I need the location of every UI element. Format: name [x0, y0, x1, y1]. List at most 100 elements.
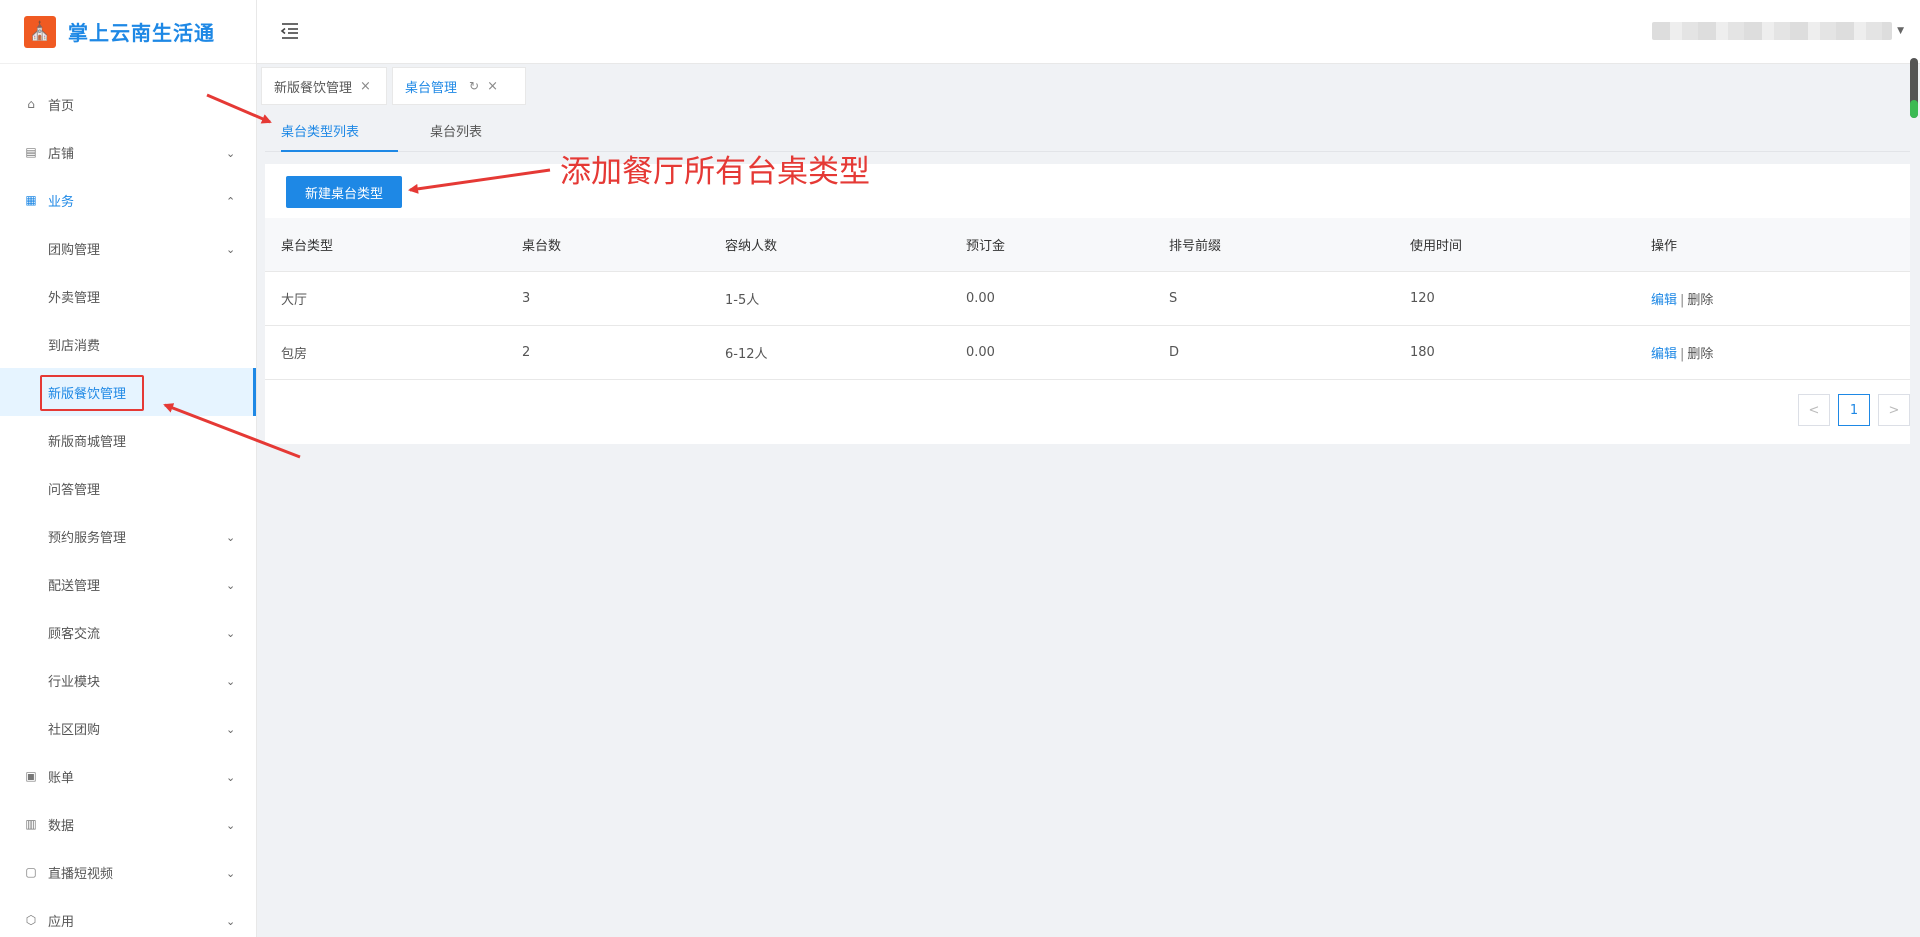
- data-icon: ▥: [25, 817, 37, 831]
- subtab-table-type-list[interactable]: 桌台类型列表: [281, 118, 398, 152]
- tab-label: 桌台管理: [405, 80, 458, 96]
- subtab-table-list[interactable]: 桌台列表: [430, 118, 482, 152]
- sidebar-item-label: 首页: [48, 98, 75, 114]
- chevron-down-icon: ⌄: [226, 867, 236, 880]
- cell-deposit: 0.00: [966, 291, 995, 306]
- sidebar-item-data[interactable]: ▥ 数据 ⌄: [0, 800, 256, 848]
- new-table-type-button[interactable]: 新建桌台类型: [286, 176, 402, 208]
- sidebar-item-label: 问答管理: [48, 482, 101, 498]
- table-type-table: 桌台类型 桌台数 容纳人数 预订金 排号前缀 使用时间 操作 大厅 3 1-5人…: [265, 218, 1910, 380]
- user-info-blurred[interactable]: [1652, 22, 1892, 40]
- delete-link[interactable]: 删除: [1687, 293, 1713, 308]
- chevron-down-icon: ⌄: [226, 531, 236, 544]
- sidebar-item-label: 业务: [48, 194, 75, 210]
- sidebar-item-industry[interactable]: 行业模块 ⌄: [0, 656, 256, 704]
- tab-table-management[interactable]: 桌台管理 ↻ ×: [392, 67, 526, 105]
- page-tabs: 新版餐饮管理 × 桌台管理 ↻ ×: [257, 64, 1910, 106]
- chevron-down-icon: ⌄: [226, 147, 236, 160]
- sidebar-item-qa[interactable]: 问答管理: [0, 464, 256, 512]
- sidebar-item-booking[interactable]: 预约服务管理 ⌄: [0, 512, 256, 560]
- sidebar-item-customer-chat[interactable]: 顾客交流 ⌄: [0, 608, 256, 656]
- sidebar-item-group-buy[interactable]: 团购管理 ⌄: [0, 224, 256, 272]
- sidebar: ⛪ 掌上云南生活通 ⌂ 首页 ▤ 店铺 ⌄ ▦ 业务 ⌃ 团购管理 ⌄ 外卖管理…: [0, 0, 257, 937]
- chevron-down-icon: ⌄: [226, 579, 236, 592]
- column-header: 容纳人数: [725, 239, 778, 254]
- sidebar-item-label: 配送管理: [48, 578, 101, 594]
- sidebar-item-mall[interactable]: 新版商城管理: [0, 416, 256, 464]
- sidebar-item-label: 账单: [48, 770, 75, 786]
- sidebar-item-label: 外卖管理: [48, 290, 101, 306]
- cell-type: 包房: [281, 347, 308, 362]
- chevron-down-icon: ⌄: [226, 771, 236, 784]
- cell-count: 3: [522, 291, 531, 306]
- cell-capacity: 1-5人: [725, 293, 760, 308]
- prev-page-button[interactable]: <: [1798, 394, 1830, 426]
- sidebar-item-label: 应用: [48, 914, 75, 930]
- delete-link[interactable]: 删除: [1687, 347, 1713, 362]
- sidebar-item-home[interactable]: ⌂ 首页: [0, 80, 256, 128]
- top-header: ▼: [257, 0, 1920, 64]
- bill-icon: ▣: [25, 769, 37, 783]
- sidebar-item-label: 新版商城管理: [48, 434, 127, 450]
- highlight-box: [40, 375, 144, 411]
- chevron-down-icon: ⌄: [226, 243, 236, 256]
- cell-time: 120: [1410, 291, 1435, 306]
- table-row: 包房 2 6-12人 0.00 D 180 编辑 | 删除: [265, 326, 1910, 380]
- sidebar-item-label: 顾客交流: [48, 626, 101, 642]
- cell-type: 大厅: [281, 293, 308, 308]
- close-icon[interactable]: ×: [360, 79, 371, 94]
- column-header: 使用时间: [1410, 239, 1463, 254]
- caret-down-icon[interactable]: ▼: [1897, 26, 1904, 36]
- sidebar-item-store[interactable]: ▤ 店铺 ⌄: [0, 128, 256, 176]
- app-name: 掌上云南生活通: [68, 21, 215, 45]
- next-page-button[interactable]: >: [1878, 394, 1910, 426]
- page-number-button[interactable]: 1: [1838, 394, 1870, 426]
- sidebar-item-in-store[interactable]: 到店消费: [0, 320, 256, 368]
- chevron-down-icon: ⌄: [226, 723, 236, 736]
- logo[interactable]: ⛪ 掌上云南生活通: [0, 0, 256, 64]
- sidebar-item-label: 社区团购: [48, 722, 101, 738]
- sidebar-item-business[interactable]: ▦ 业务 ⌃: [0, 176, 256, 224]
- tab-label: 新版餐饮管理: [274, 80, 353, 96]
- edit-link[interactable]: 编辑: [1651, 293, 1677, 308]
- sidebar-item-label: 到店消费: [48, 338, 101, 354]
- home-icon: ⌂: [27, 97, 35, 111]
- column-header: 桌台数: [522, 239, 562, 254]
- sidebar-item-live[interactable]: ▢ 直播短视频 ⌄: [0, 848, 256, 896]
- live-video-icon: ▢: [25, 865, 37, 879]
- sidebar-item-takeout[interactable]: 外卖管理: [0, 272, 256, 320]
- pagination: < 1 >: [1798, 394, 1910, 426]
- sidebar-item-community[interactable]: 社区团购 ⌄: [0, 704, 256, 752]
- chevron-down-icon: ⌄: [226, 675, 236, 688]
- cell-actions: 编辑 | 删除: [1635, 289, 1910, 308]
- sidebar-item-label: 团购管理: [48, 242, 101, 258]
- sidebar-item-delivery[interactable]: 配送管理 ⌄: [0, 560, 256, 608]
- column-header: 操作: [1651, 239, 1678, 254]
- tab-restaurant[interactable]: 新版餐饮管理 ×: [261, 67, 387, 105]
- table-header-row: 桌台类型 桌台数 容纳人数 预订金 排号前缀 使用时间 操作: [265, 218, 1910, 272]
- cell-capacity: 6-12人: [725, 347, 768, 362]
- cell-actions: 编辑 | 删除: [1635, 343, 1910, 362]
- cell-prefix: S: [1169, 291, 1178, 306]
- sidebar-item-label: 店铺: [48, 146, 75, 162]
- column-header: 排号前缀: [1169, 239, 1222, 254]
- column-header: 预订金: [966, 239, 1006, 254]
- action-separator: |: [1680, 347, 1685, 362]
- annotation-text: 添加餐厅所有台桌类型: [560, 154, 870, 190]
- menu-collapse-icon[interactable]: [279, 20, 301, 42]
- sidebar-item-app[interactable]: ⬡ 应用 ⌄: [0, 896, 256, 937]
- close-icon[interactable]: ×: [487, 79, 498, 94]
- cell-deposit: 0.00: [966, 345, 995, 360]
- chevron-down-icon: ⌄: [226, 627, 236, 640]
- action-separator: |: [1680, 293, 1685, 308]
- sidebar-item-label: 数据: [48, 818, 75, 834]
- cell-count: 2: [522, 345, 531, 360]
- sidebar-item-bill[interactable]: ▣ 账单 ⌄: [0, 752, 256, 800]
- refresh-icon[interactable]: ↻: [469, 79, 479, 93]
- logo-icon: ⛪: [24, 15, 56, 48]
- business-icon: ▦: [25, 193, 37, 207]
- scrollbar-indicator: [1910, 100, 1918, 118]
- edit-link[interactable]: 编辑: [1651, 347, 1677, 362]
- table-row: 大厅 3 1-5人 0.00 S 120 编辑 | 删除: [265, 272, 1910, 326]
- chevron-down-icon: ⌄: [226, 819, 236, 832]
